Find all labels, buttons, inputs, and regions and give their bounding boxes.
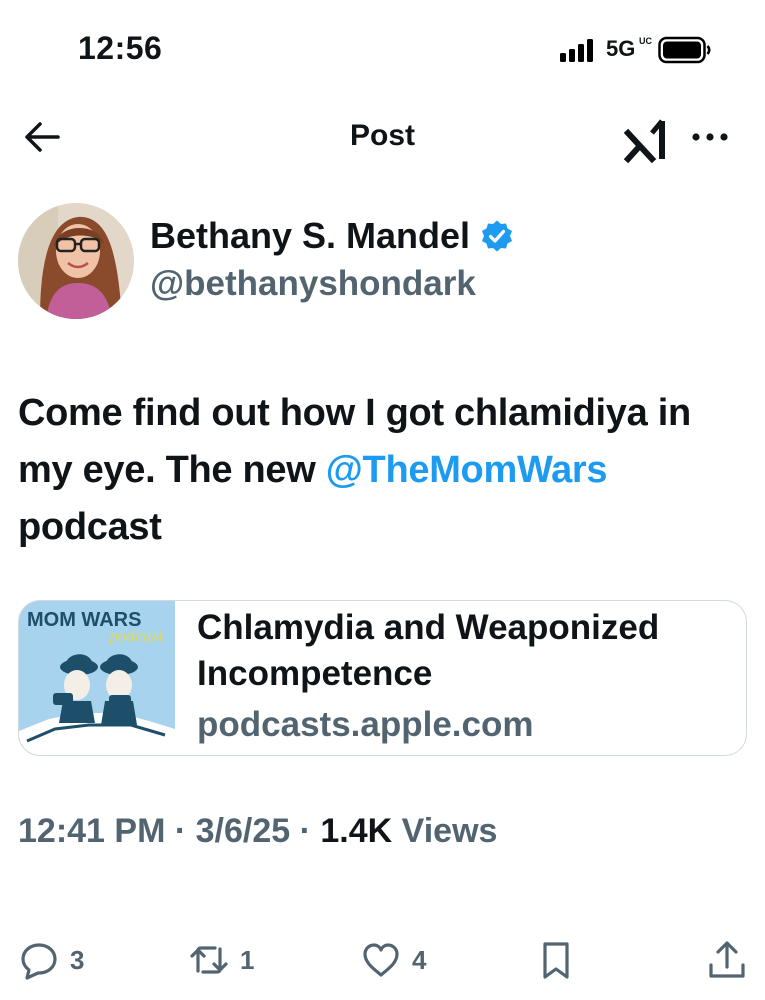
heart-icon: [363, 943, 399, 977]
bookmark-button[interactable]: [535, 935, 577, 985]
network-sup-label: UC: [639, 36, 652, 46]
grok-icon[interactable]: [622, 113, 674, 163]
author-name-text[interactable]: Bethany S. Mandel: [150, 215, 470, 257]
author-name[interactable]: Bethany S. Mandel: [150, 215, 514, 257]
cover-sub-text: podcast: [109, 629, 165, 645]
post-meta: 12:41 PM · 3/6/25 · 1.4K Views: [18, 812, 497, 851]
verified-badge-icon: [482, 220, 513, 252]
views-count[interactable]: 1.4K: [320, 812, 392, 850]
repost-icon: [190, 946, 228, 974]
mention-link[interactable]: @TheMomWars: [326, 449, 608, 491]
card-thumbnail: MOM WARS podcast: [19, 601, 175, 755]
battery-icon: [658, 36, 711, 64]
meta-separator: ·: [165, 812, 196, 850]
status-bar: 12:56 5G UC: [0, 0, 765, 100]
like-count: 4: [412, 944, 427, 975]
status-time: 12:56: [78, 30, 163, 66]
meta-separator: ·: [290, 812, 321, 850]
tweet-text-end: podcast: [18, 506, 162, 548]
post-time: 12:41 PM: [18, 812, 166, 850]
like-button[interactable]: 4: [360, 935, 426, 985]
repost-button[interactable]: 1: [188, 935, 254, 985]
network-label: 5G: [606, 36, 636, 61]
views-label[interactable]: Views: [402, 812, 498, 850]
bookmark-icon: [543, 942, 569, 979]
link-preview-card[interactable]: MOM WARS podcast Chlamydia and Weaponize…: [18, 600, 747, 756]
card-domain: podcasts.apple.com: [197, 705, 534, 744]
action-bar: 3 1 4: [0, 935, 765, 985]
top-nav: Post: [0, 105, 765, 165]
cover-logo-text: MOM WARS: [27, 609, 141, 631]
post-date: 3/6/25: [195, 812, 291, 850]
reply-count: 3: [70, 944, 85, 975]
tweet-text: Come find out how I got chlamidiya in my…: [18, 385, 748, 556]
podcast-cover-image: MOM WARS podcast: [19, 601, 175, 755]
share-button[interactable]: [706, 935, 748, 985]
avatar[interactable]: [18, 203, 134, 319]
share-icon: [709, 941, 745, 978]
signal-icon: [560, 38, 593, 62]
reply-icon: [21, 943, 57, 980]
more-options-icon[interactable]: [690, 129, 730, 145]
avatar-image: [18, 203, 134, 319]
reply-button[interactable]: 3: [18, 935, 84, 985]
repost-count: 1: [240, 944, 255, 975]
card-title: Chlamydia and Weaponized Incompetence: [197, 608, 660, 693]
author-handle[interactable]: @bethanyshondark: [150, 264, 476, 304]
